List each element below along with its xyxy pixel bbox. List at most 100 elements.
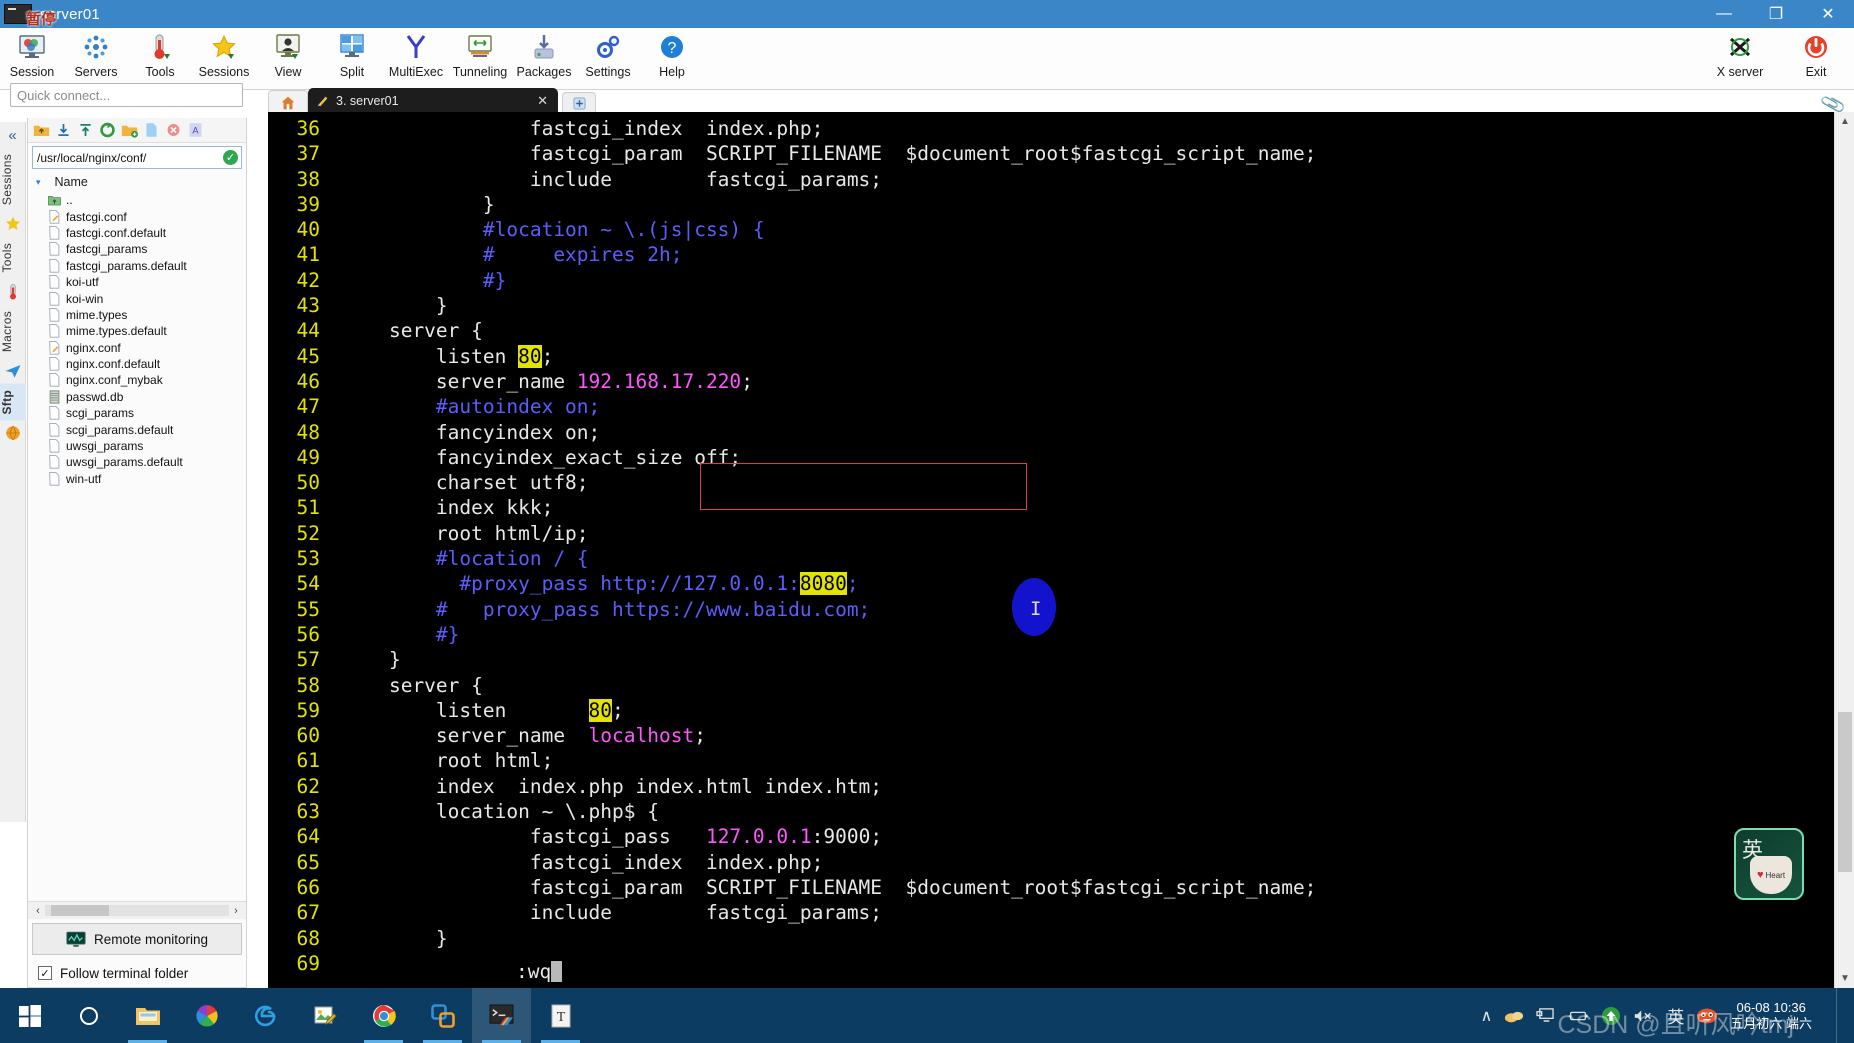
collapse-sidebar-button[interactable]: « xyxy=(0,122,25,148)
sftp-file-list[interactable]: .. fastcgi.conf fastcgi.conf.default fas… xyxy=(28,192,246,901)
list-item[interactable]: win-utf xyxy=(36,471,246,487)
terminal-scrollbar-thumb[interactable] xyxy=(1838,712,1852,872)
ribbon-item-help[interactable]: ? Help xyxy=(640,28,704,90)
sftp-horizontal-scrollbar[interactable]: ‹ › xyxy=(28,901,246,919)
system-tray: ∧ 英 06-08 10:36 五月初六 端六 xyxy=(1481,988,1854,1043)
minimize-button[interactable]: — xyxy=(1698,0,1750,28)
vtab-macros[interactable]: Macros xyxy=(0,305,26,358)
favorites-star-icon[interactable] xyxy=(0,211,26,237)
onedrive-cloud-icon[interactable] xyxy=(1504,1008,1524,1024)
taskbar-edge-browser[interactable] xyxy=(236,988,295,1043)
follow-terminal-folder-row[interactable]: ✓ Follow terminal folder xyxy=(28,959,246,987)
terminal-vertical-scrollbar[interactable]: ▲ ▼ xyxy=(1834,112,1854,988)
ime-floating-indicator[interactable]: 英 ♥ Heart xyxy=(1734,828,1804,900)
list-item[interactable]: scgi_params xyxy=(36,405,246,421)
vtab-tools[interactable]: Tools xyxy=(0,237,26,279)
quick-connect-input[interactable]: Quick connect... xyxy=(10,83,243,107)
taskbar-chrome-browser[interactable] xyxy=(354,988,413,1043)
show-hidden-icons-chevron[interactable]: ∧ xyxy=(1481,1006,1493,1026)
scroll-left-arrow[interactable]: ‹ xyxy=(31,905,45,917)
sogou-ime-icon[interactable] xyxy=(1696,1007,1718,1025)
ribbon-item-sessions[interactable]: Sessions xyxy=(192,28,256,90)
list-item[interactable]: nginx.conf_mybak xyxy=(36,372,246,388)
delete-icon[interactable] xyxy=(164,121,183,140)
ribbon-item-exit[interactable]: Exit xyxy=(1778,28,1854,90)
taskbar-image-editor[interactable] xyxy=(295,988,354,1043)
remote-monitoring-button[interactable]: Remote monitoring xyxy=(32,923,242,955)
ribbon-item-session[interactable]: Session xyxy=(0,28,64,90)
ribbon-item-settings[interactable]: Settings xyxy=(576,28,640,90)
taskbar-clock[interactable]: 06-08 10:36 五月初六 端六 xyxy=(1730,1000,1824,1032)
taskbar-pinwheel-browser[interactable] xyxy=(177,988,236,1043)
sftp-path-field[interactable]: /usr/local/nginx/conf/ ✓ xyxy=(32,146,242,169)
macro-send-icon[interactable] xyxy=(0,358,26,384)
list-item-label: scgi_params xyxy=(66,406,135,421)
list-item[interactable]: uwsgi_params xyxy=(36,438,246,454)
scrollbar-track[interactable] xyxy=(45,905,229,916)
list-item[interactable]: fastcgi.conf.default xyxy=(36,225,246,241)
terminal-screen[interactable]: 36 fastcgi_index index.php; 37 fastcgi_pa… xyxy=(268,112,1834,988)
scroll-right-arrow[interactable]: › xyxy=(229,905,243,917)
sort-arrow-icon[interactable]: ▾ xyxy=(36,177,41,188)
close-icon[interactable]: ✕ xyxy=(537,93,548,109)
ime-english-icon[interactable]: 英 xyxy=(1667,1003,1684,1028)
list-item[interactable]: nginx.conf.default xyxy=(36,356,246,372)
list-item[interactable]: fastcgi.conf xyxy=(36,208,246,224)
list-item[interactable]: uwsgi_params.default xyxy=(36,454,246,470)
taskbar-mobaxterm[interactable] xyxy=(472,988,531,1043)
ribbon-item-tunneling[interactable]: Tunneling xyxy=(448,28,512,90)
upload-icon[interactable] xyxy=(76,121,95,140)
tools-thermometer-icon[interactable] xyxy=(0,279,26,305)
tab-server01[interactable]: 3. server01 ✕ xyxy=(308,88,558,114)
maximize-button[interactable]: ❐ xyxy=(1750,0,1802,28)
ribbon-label-servers: Servers xyxy=(74,65,118,79)
sftp-browser-panel: A /usr/local/nginx/conf/ ✓ ▾ Name .. fas… xyxy=(27,118,247,988)
ribbon-item-x-server[interactable]: X server xyxy=(1702,28,1778,90)
scroll-down-arrow[interactable]: ▼ xyxy=(1839,973,1851,984)
scroll-up-arrow[interactable]: ▲ xyxy=(1839,116,1851,127)
list-item-label: nginx.conf_mybak xyxy=(66,373,163,388)
battery-icon[interactable] xyxy=(1567,1009,1589,1023)
update-arrow-icon[interactable] xyxy=(1601,1006,1621,1026)
list-item[interactable]: .. xyxy=(36,192,246,208)
scrollbar-thumb[interactable] xyxy=(51,905,109,916)
parent-folder-icon[interactable] xyxy=(32,121,51,140)
list-item[interactable]: mime.types xyxy=(36,307,246,323)
taskbar-typora[interactable]: T xyxy=(531,988,590,1043)
taskbar-search-button[interactable] xyxy=(59,988,118,1043)
list-item[interactable]: fastcgi_params xyxy=(36,241,246,257)
follow-terminal-folder-checkbox[interactable]: ✓ xyxy=(38,966,52,980)
terminal-line: 68 } xyxy=(268,926,1834,951)
list-item[interactable]: koi-utf xyxy=(36,274,246,290)
sftp-column-name[interactable]: Name xyxy=(55,175,88,189)
text-mode-icon[interactable]: A xyxy=(186,121,205,140)
ribbon-item-multiexec[interactable]: MultiExec xyxy=(384,28,448,90)
sftp-globe-icon[interactable] xyxy=(0,420,26,446)
taskbar-start-button[interactable] xyxy=(0,988,59,1043)
vtab-sessions[interactable]: Sessions xyxy=(0,148,26,211)
list-item[interactable]: passwd.db xyxy=(36,389,246,405)
ribbon-item-split[interactable]: Split xyxy=(320,28,384,90)
list-item[interactable]: nginx.conf xyxy=(36,340,246,356)
show-desktop-button[interactable] xyxy=(1836,988,1844,1043)
list-item[interactable]: fastcgi_params.default xyxy=(36,258,246,274)
list-item[interactable]: mime.types.default xyxy=(36,323,246,339)
ribbon-item-tools[interactable]: Tools xyxy=(128,28,192,90)
ribbon-item-view[interactable]: View xyxy=(256,28,320,90)
close-button[interactable]: ✕ xyxy=(1802,0,1854,28)
new-folder-icon[interactable] xyxy=(120,121,139,140)
vtab-sftp[interactable]: Sftp xyxy=(0,383,26,421)
refresh-icon[interactable] xyxy=(98,121,117,140)
ribbon-item-servers[interactable]: Servers xyxy=(64,28,128,90)
network-monitor-icon[interactable] xyxy=(1536,1007,1555,1024)
download-icon[interactable] xyxy=(54,121,73,140)
list-item[interactable]: koi-win xyxy=(36,290,246,306)
volume-muted-icon[interactable] xyxy=(1633,1008,1655,1024)
ribbon-item-packages[interactable]: Packages xyxy=(512,28,576,90)
home-tab[interactable] xyxy=(268,90,308,114)
taskbar-file-explorer[interactable] xyxy=(118,988,177,1043)
list-item[interactable]: scgi_params.default xyxy=(36,421,246,437)
new-tab-button[interactable] xyxy=(562,92,596,114)
new-file-icon[interactable] xyxy=(142,121,161,140)
taskbar-vmware-workstation[interactable] xyxy=(413,988,472,1043)
